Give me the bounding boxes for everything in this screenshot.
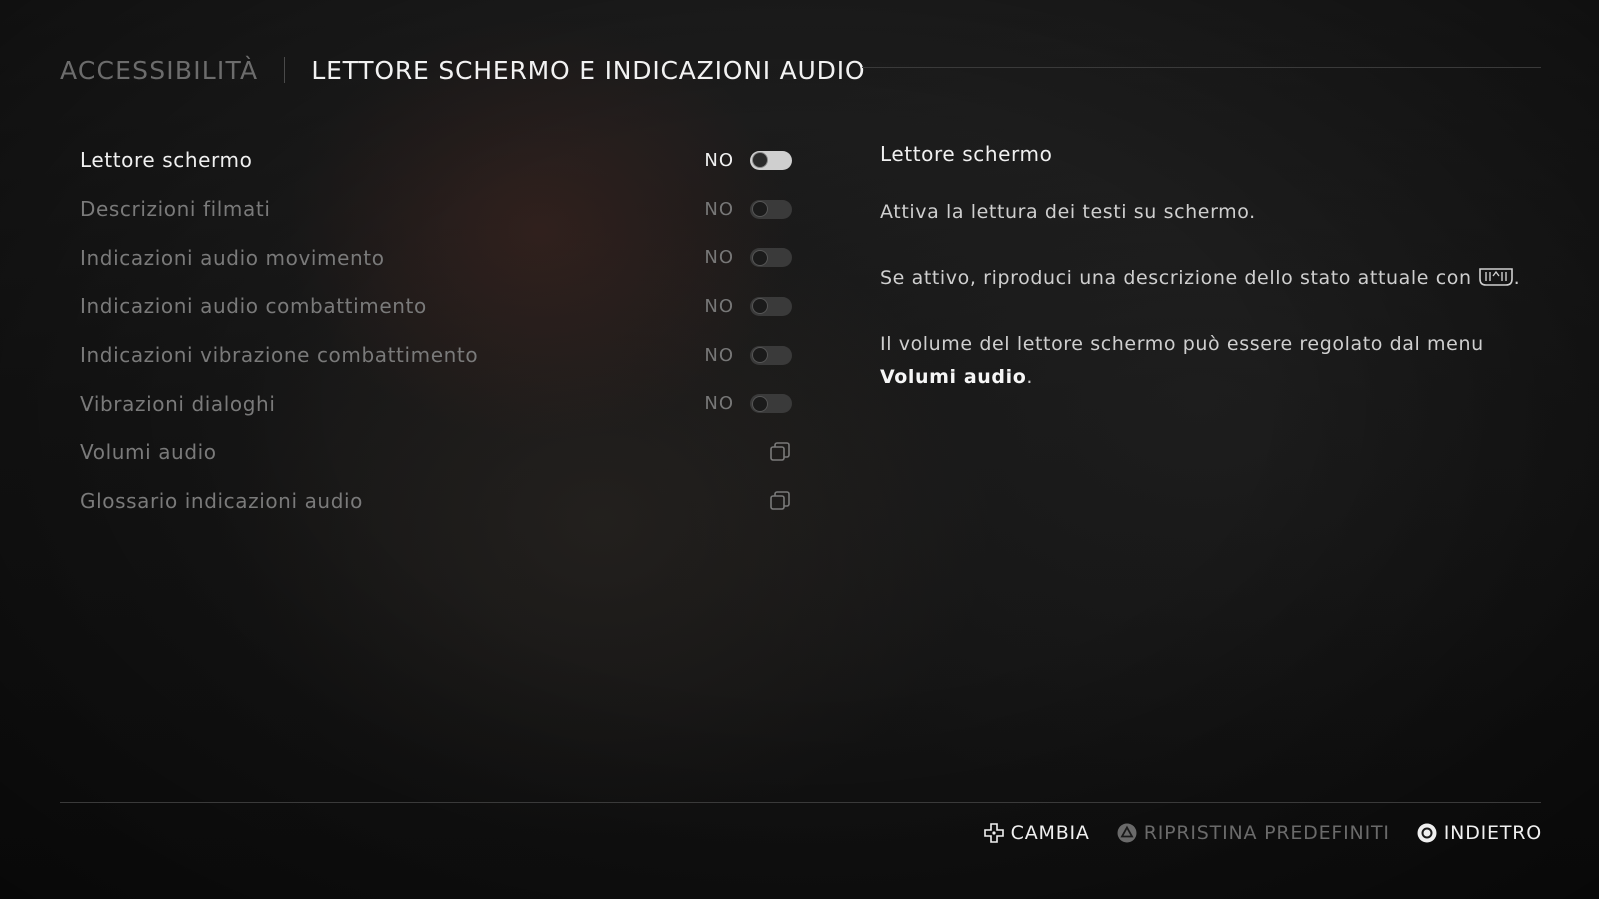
dpad-icon — [983, 823, 1004, 843]
setting-label: Descrizioni filmati — [80, 197, 271, 222]
description-panel: Lettore schermo Attiva la lettura dei te… — [880, 142, 1530, 427]
toggle-knob — [753, 348, 767, 363]
setting-control: NO — [704, 233, 792, 282]
submenu-icon — [770, 491, 790, 510]
setting-value: NO — [704, 149, 734, 171]
setting-audio-volumes[interactable]: Volumi audio — [80, 428, 792, 477]
breadcrumb-accessibility[interactable]: ACCESSIBILITÀ — [60, 56, 258, 85]
setting-control: NO — [704, 136, 792, 185]
header: ACCESSIBILITÀ LETTORE SCHERMO E INDICAZI… — [60, 50, 865, 90]
description-text: . — [1026, 366, 1034, 388]
footer-divider — [60, 802, 1541, 803]
toggle-switch[interactable] — [750, 150, 792, 170]
description-paragraph: Il volume del lettore schermo può essere… — [880, 328, 1530, 394]
setting-label: Indicazioni vibrazione combattimento — [80, 343, 479, 368]
reset-defaults-button[interactable]: RIPRISTINA PREDEFINITI — [1116, 822, 1390, 844]
description-highlight: Volumi audio — [880, 366, 1027, 388]
setting-label: Indicazioni audio combattimento — [80, 294, 427, 319]
circle-button-icon — [1417, 823, 1437, 843]
back-button[interactable]: INDIETRO — [1416, 822, 1542, 844]
toggle-switch[interactable] — [750, 345, 792, 365]
setting-combat-audio-cues[interactable]: Indicazioni audio combattimento NO — [80, 282, 792, 331]
setting-value: NO — [704, 247, 734, 269]
setting-label: Indicazioni audio movimento — [80, 245, 385, 270]
toggle-knob — [753, 153, 767, 168]
settings-list: Lettore schermo NO Descrizioni filmati N… — [80, 136, 792, 526]
breadcrumb-separator — [284, 57, 286, 83]
setting-control: NO — [704, 331, 792, 380]
toggle-switch[interactable] — [750, 394, 792, 414]
setting-value: NO — [704, 198, 734, 220]
reset-defaults-label: RIPRISTINA PREDEFINITI — [1143, 822, 1390, 844]
toggle-knob — [753, 202, 767, 217]
setting-traversal-audio-cues[interactable]: Indicazioni audio movimento NO — [80, 233, 792, 282]
toggle-knob — [753, 396, 767, 411]
description-text: . — [1513, 267, 1521, 289]
footer-actions: CAMBIA RIPRISTINA PREDEFINITI INDIETRO — [957, 818, 1542, 848]
setting-cinematic-descriptions[interactable]: Descrizioni filmati NO — [80, 185, 792, 234]
description-title: Lettore schermo — [880, 142, 1053, 166]
triangle-button-icon — [1117, 823, 1137, 843]
accessibility-menu-screen: ACCESSIBILITÀ LETTORE SCHERMO E INDICAZI… — [0, 0, 1599, 899]
setting-control — [768, 428, 792, 477]
description-paragraph: Se attivo, riproduci una descrizione del… — [880, 262, 1530, 295]
setting-label: Glossario indicazioni audio — [80, 489, 363, 514]
header-divider — [862, 67, 1541, 68]
toggle-switch[interactable] — [750, 199, 792, 219]
submenu-icon — [770, 442, 790, 462]
touchpad-icon — [1478, 268, 1513, 286]
setting-control: NO — [704, 282, 792, 331]
setting-control — [768, 477, 792, 526]
description-text: Il volume del lettore schermo può essere… — [880, 333, 1484, 355]
setting-combat-vibration-cues[interactable]: Indicazioni vibrazione combattimento NO — [80, 331, 792, 380]
setting-value: NO — [704, 295, 734, 317]
description-text: Se attivo, riproduci una descrizione del… — [880, 267, 1472, 289]
description-text: Attiva la lettura dei testi su schermo. — [880, 201, 1256, 223]
change-button[interactable]: CAMBIA — [983, 822, 1090, 844]
setting-label: Vibrazioni dialoghi — [80, 391, 276, 416]
setting-audio-cues-glossary[interactable]: Glossario indicazioni audio — [80, 477, 792, 526]
setting-value: NO — [704, 344, 734, 366]
change-label: CAMBIA — [1010, 822, 1090, 844]
toggle-knob — [753, 299, 767, 314]
setting-screen-reader[interactable]: Lettore schermo NO — [80, 136, 792, 185]
setting-value: NO — [704, 393, 734, 415]
setting-control: NO — [704, 185, 792, 234]
setting-label: Lettore schermo — [80, 148, 253, 173]
setting-control: NO — [704, 379, 792, 428]
toggle-knob — [753, 250, 767, 265]
page-title: LETTORE SCHERMO E INDICAZIONI AUDIO — [311, 55, 866, 85]
toggle-switch[interactable] — [750, 248, 792, 268]
toggle-switch[interactable] — [750, 296, 792, 316]
description-paragraph: Attiva la lettura dei testi su schermo. — [880, 196, 1530, 229]
setting-label: Volumi audio — [80, 440, 217, 465]
setting-dialogue-vibrations[interactable]: Vibrazioni dialoghi NO — [80, 379, 792, 428]
back-label: INDIETRO — [1443, 822, 1542, 844]
